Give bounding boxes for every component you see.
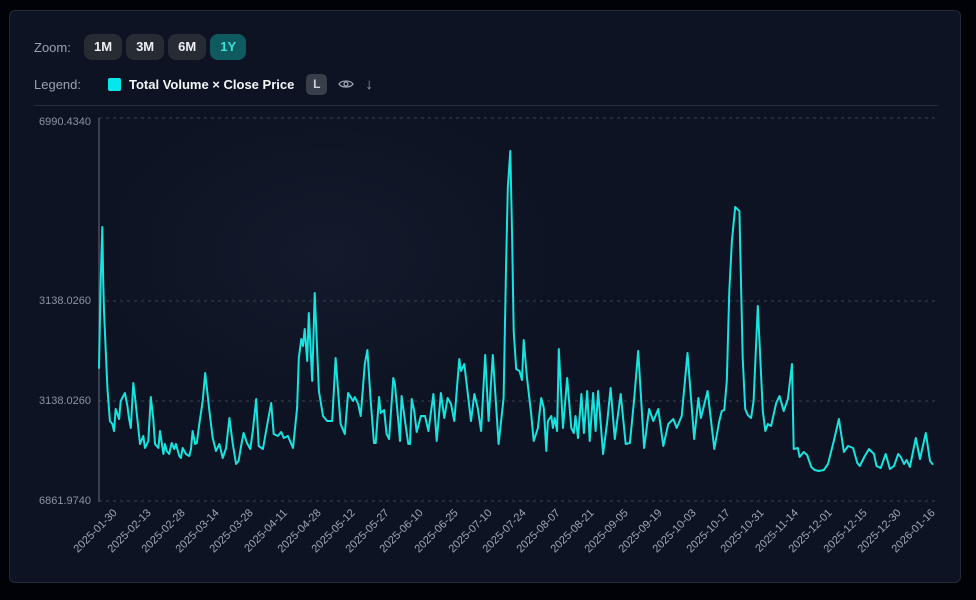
series-line xyxy=(98,150,934,472)
y-tick-label: 6990.4340 xyxy=(39,116,91,128)
y-tick-label: 3138.0260 xyxy=(39,395,91,407)
y-tick-label: 3138.0260 xyxy=(39,295,91,307)
chart-panel: Zoom: 1M 3M 6M 1Y Legend: Total Volume × Cl… xyxy=(9,10,961,583)
y-tick-label: 6861.9740 xyxy=(39,495,91,507)
chart-plot xyxy=(98,117,935,502)
